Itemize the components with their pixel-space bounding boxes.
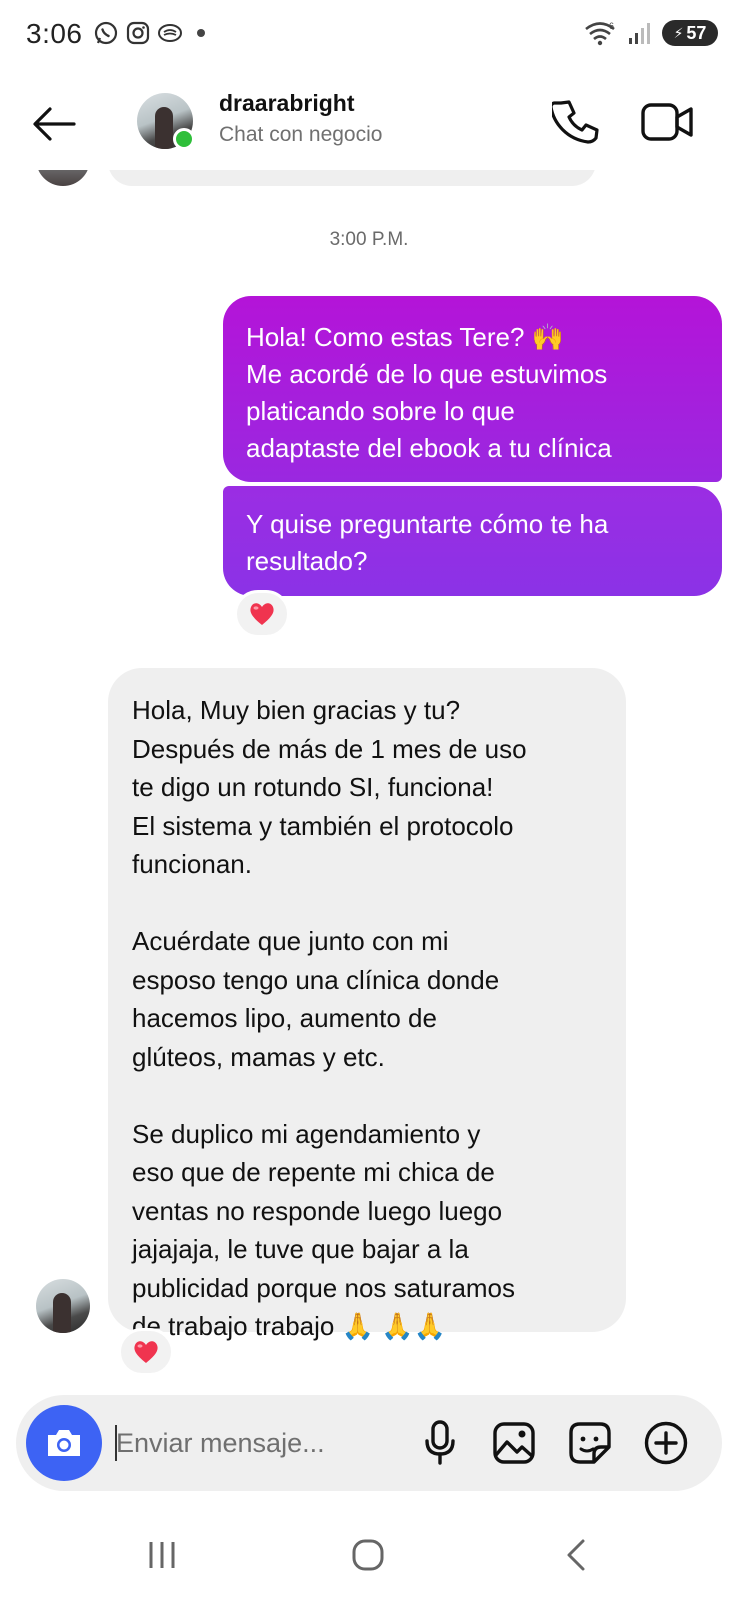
message-line: jajajaja, le tuve que bajar a la	[132, 1234, 469, 1264]
voice-call-button[interactable]	[549, 96, 604, 148]
message-line: te digo un rotundo SI, funciona!	[132, 772, 494, 802]
svg-text:6: 6	[609, 21, 614, 31]
system-navigation-bar	[0, 1520, 738, 1600]
sticker-button[interactable]	[562, 1415, 618, 1471]
more-notifications-dot	[197, 29, 205, 37]
avatar-person-figure	[53, 1293, 71, 1333]
status-time: 3:06	[26, 18, 83, 49]
video-camera-icon	[641, 103, 693, 141]
avatar-person-figure	[155, 107, 173, 149]
heart-reaction[interactable]	[118, 1328, 174, 1376]
battery-level: 57	[686, 22, 707, 43]
message-timestamp: 3:00 P.M.	[329, 229, 409, 250]
back-button[interactable]	[28, 98, 80, 150]
outgoing-message-bubble[interactable]: Hola! Como estas Tere? 🙌 Me acordé de lo…	[223, 296, 722, 482]
more-options-button[interactable]	[638, 1415, 694, 1471]
message-line: Y quise preguntarte cómo te ha	[246, 509, 609, 539]
message-composer	[16, 1395, 722, 1491]
heart-icon	[250, 603, 274, 625]
home-icon	[352, 1539, 384, 1571]
message-line: El sistema y también el protocolo	[132, 810, 514, 841]
message-line: Se duplico mi agendamiento y	[132, 1118, 481, 1149]
message-line: esposo tengo una clínica donde	[132, 964, 500, 995]
message-line: Después de más de 1 mes de uso	[132, 733, 527, 764]
message-line: hacemos lipo, aumento de	[132, 1003, 437, 1033]
message-line: funcionan.	[132, 849, 252, 879]
sticker-icon	[569, 1422, 611, 1464]
voice-message-button[interactable]	[412, 1415, 468, 1471]
heart-icon	[134, 1341, 158, 1363]
contact-subtitle: Chat con negocio	[219, 123, 383, 146]
gallery-icon	[493, 1422, 535, 1464]
back-icon	[567, 1539, 585, 1571]
status-bar: 3:06 6 ⚡ 57	[0, 0, 738, 70]
signal-icon	[629, 23, 650, 44]
message-line: ventas no responde luego luego	[132, 1195, 503, 1226]
phone-icon	[549, 100, 599, 144]
recent-apps-button[interactable]	[132, 1530, 192, 1580]
message-line: resultado?	[246, 546, 368, 576]
message-line: publicidad porque nos saturamos	[132, 1272, 516, 1303]
charging-bolt-icon: ⚡	[673, 24, 684, 41]
message-line: platicando sobre lo que	[246, 396, 515, 426]
online-status-dot	[173, 128, 195, 150]
message-input[interactable]	[116, 1419, 396, 1467]
chat-bubble-icon	[158, 24, 182, 42]
notification-icons	[93, 20, 205, 46]
message-line: Acuérdate que junto con mi	[132, 926, 449, 956]
message-line	[132, 1076, 626, 1115]
message-line: eso que de repente mi chica de	[132, 1157, 495, 1187]
instagram-icon	[126, 21, 150, 45]
message-line: Me acordé de lo que estuvimos	[246, 359, 608, 389]
video-call-button[interactable]	[640, 96, 696, 148]
message-line: adaptaste del ebook a tu clínica	[246, 433, 612, 463]
back-arrow-icon	[33, 107, 76, 141]
wifi-icon: 6	[585, 21, 615, 46]
microphone-icon	[425, 1420, 455, 1465]
message-line: Hola, Muy bien gracias y tu?	[132, 695, 461, 725]
message-line: de trabajo trabajo 🙏 🙏🙏	[132, 1311, 446, 1341]
recent-apps-icon	[149, 1542, 175, 1568]
plus-circle-icon	[644, 1421, 688, 1465]
chat-header: draarabright Chat con negocio	[0, 80, 738, 170]
camera-icon	[48, 1430, 80, 1456]
system-back-button[interactable]	[546, 1530, 606, 1580]
incoming-message-bubble[interactable]: Hola, Muy bien gracias y tu? Después de …	[108, 668, 626, 1341]
gallery-button[interactable]	[486, 1415, 542, 1471]
sender-avatar[interactable]	[36, 1279, 90, 1333]
contact-name[interactable]: draarabright	[219, 90, 354, 117]
system-status: 6 ⚡ 57	[584, 20, 718, 46]
heart-reaction[interactable]	[234, 590, 290, 638]
message-line: glúteos, mamas y etc.	[132, 1041, 385, 1072]
camera-button[interactable]	[26, 1405, 102, 1481]
message-line: Hola! Como estas Tere? 🙌	[246, 322, 565, 352]
home-button[interactable]	[338, 1530, 398, 1580]
battery-icon: ⚡ 57	[662, 20, 718, 46]
whatsapp-icon	[94, 21, 118, 45]
message-line	[132, 884, 626, 923]
outgoing-message-bubble[interactable]: Y quise preguntarte cómo te ha resultado…	[223, 486, 722, 596]
